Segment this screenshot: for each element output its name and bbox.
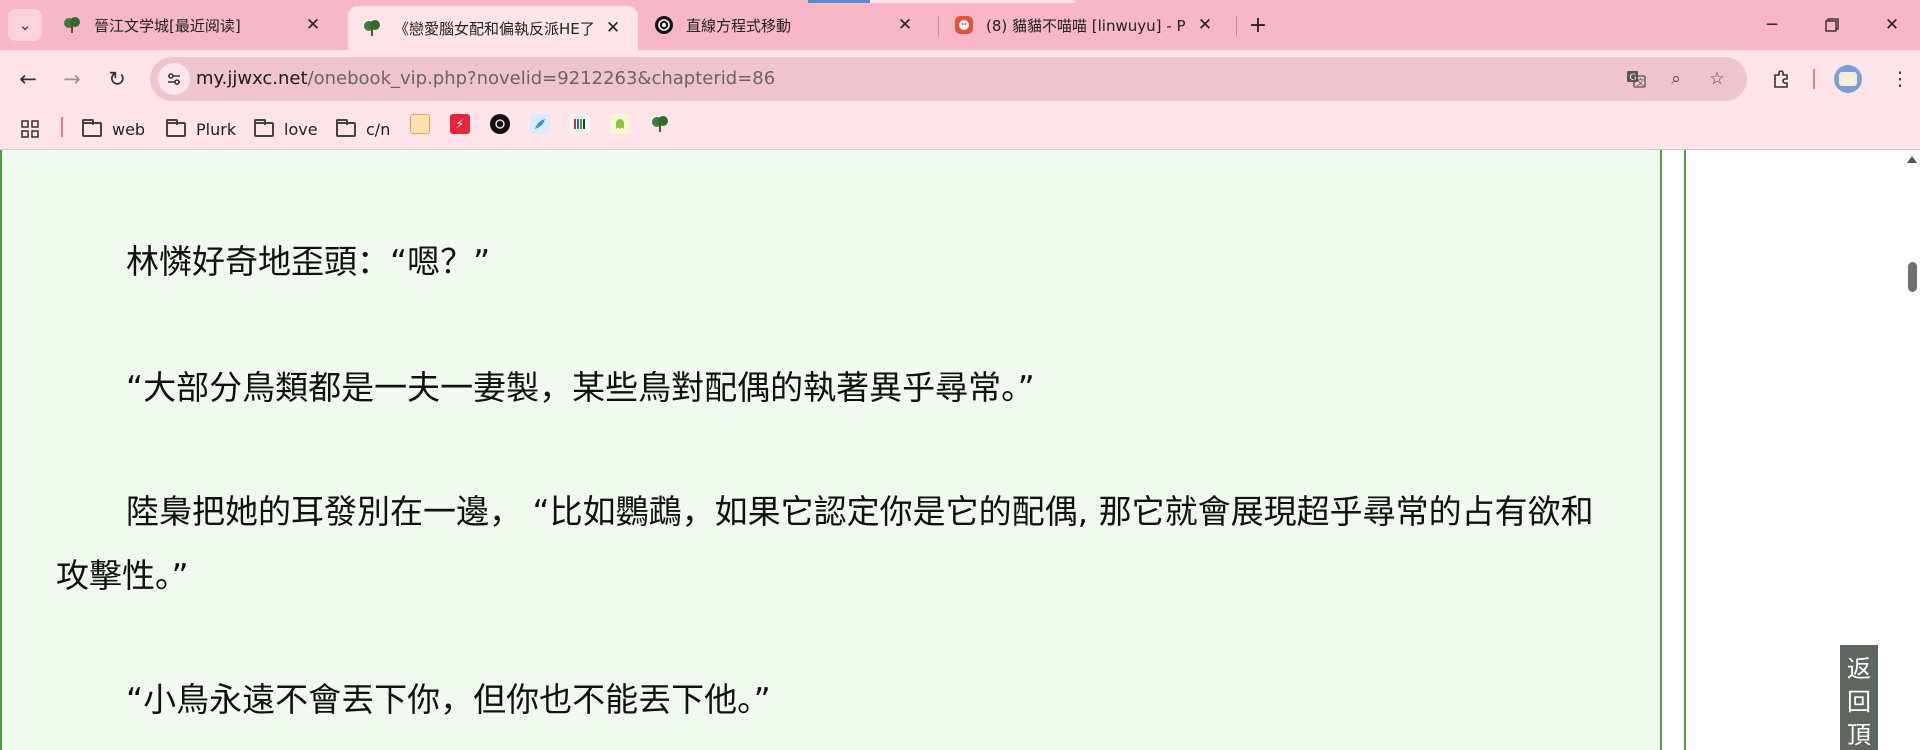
close-icon[interactable]: ✕ (602, 18, 624, 38)
bookmark-folder-love[interactable]: love (254, 116, 318, 142)
tune-icon (168, 73, 180, 85)
back-to-top-char: 頂 (1847, 721, 1871, 749)
star-icon: ☆ (1709, 69, 1725, 89)
close-icon: ✕ (1884, 15, 1900, 35)
translate-icon: G文 (1627, 71, 1646, 88)
bookmark-library-icon[interactable] (570, 114, 590, 134)
tab-title: 晉江文学城[最近阅读] (94, 16, 241, 35)
tab-jjwxc-recent[interactable]: 晉江文学城[最近阅读] ✕ (48, 6, 338, 44)
avatar[interactable] (1834, 65, 1862, 93)
scrollbar-thumb[interactable] (1908, 262, 1917, 292)
tab-search-button[interactable]: ⌄ (8, 9, 42, 41)
forward-button[interactable]: → (54, 61, 90, 97)
chapter-paragraph: 陸梟把她的耳發別在一邊， “比如鸚鵡，如果它認定你是它的配偶, 那它就會展現超乎… (56, 492, 1594, 595)
url-text[interactable]: my.jjwxc.net/onebook_vip.php?novelid=921… (196, 68, 775, 89)
translate-button[interactable]: G文 (1622, 65, 1650, 93)
menu-button[interactable]: ⋮ (1882, 61, 1918, 97)
extensions-button[interactable] (1764, 61, 1800, 97)
chevron-down-icon: ⌄ (18, 16, 32, 34)
bookmark-label: web (112, 119, 146, 139)
chapter-text-panel: 林憐好奇地歪頭：“嗯？” “大部分鳥類都是一夫一妻製，某些鳥對配偶的執著異乎尋常… (0, 150, 1662, 750)
restore-button[interactable] (1802, 0, 1862, 50)
tab-plurk[interactable]: (8) 貓貓不喵喵 [linwuyu] - Plurk ✕ (940, 6, 1230, 44)
close-icon[interactable]: ✕ (894, 15, 916, 35)
close-icon[interactable]: ✕ (302, 15, 324, 35)
bookmark-label: Plurk (196, 119, 237, 139)
tab-title: 《戀愛腦女配和偏執反派HE了》 (394, 19, 594, 38)
bookmark-notes-icon[interactable] (410, 114, 430, 134)
zoom-icon: ⌕ (1671, 69, 1681, 89)
bookmark-folder-cn[interactable]: c/n (336, 116, 390, 142)
back-button[interactable]: ← (10, 61, 46, 97)
arrow-right-icon: → (63, 67, 81, 91)
chapter-paragraph: 林憐好奇地歪頭：“嗯？” (126, 242, 491, 281)
tab-strip-accent (808, 0, 870, 3)
more-vertical-icon: ⋮ (1890, 68, 1910, 90)
tab-novel-chapter[interactable]: 《戀愛腦女配和偏執反派HE了》 ✕ (348, 6, 638, 50)
folder-icon (254, 118, 274, 137)
profile-picture-icon (1839, 72, 1857, 86)
chapter-paragraph: “大部分鳥類都是一夫一妻製，某些鳥對配偶的執著異乎尋常。” (126, 368, 1035, 407)
zoom-button[interactable]: ⌕ (1662, 65, 1690, 93)
reload-icon: ↻ (108, 67, 126, 91)
toolbar-divider (1813, 69, 1815, 89)
browser-toolbar: ← → ↻ my.jjwxc.net/onebook_vip.php?novel… (0, 50, 1920, 108)
bookmark-openai-icon[interactable] (490, 114, 510, 134)
folder-icon (166, 118, 186, 137)
apps-button[interactable] (20, 116, 40, 142)
bookmark-folder-web[interactable]: web (82, 116, 145, 142)
tab-strip: ⌄ 晉江文学城[最近阅读] ✕ 《戀愛腦女配和偏執反派HE了》 ✕ 直線方程式移… (0, 0, 1920, 50)
bookmark-blue-feather-icon[interactable] (530, 114, 550, 134)
minimize-button[interactable]: ─ (1742, 0, 1802, 50)
site-info-button[interactable] (158, 63, 190, 95)
scroll-up-arrow-icon[interactable] (1907, 156, 1917, 163)
bookmark-ghost-icon[interactable] (610, 114, 630, 134)
svg-text:G: G (1630, 73, 1637, 83)
tab-separator (938, 16, 939, 36)
page-scrollbar[interactable] (1904, 150, 1920, 750)
jjwxc-tree-icon (62, 15, 82, 35)
plus-icon: + (1248, 12, 1268, 38)
tab-strip-highlight (870, 0, 1075, 3)
tab-line-equation[interactable]: 直線方程式移動 ✕ (640, 6, 930, 44)
back-to-top-char: 回 (1847, 688, 1871, 716)
bookmarks-separator (61, 117, 63, 137)
bookmarks-bar: web Plurk love c/n (0, 108, 1920, 150)
restore-icon (1825, 18, 1839, 32)
close-window-button[interactable]: ✕ (1862, 0, 1920, 50)
address-bar[interactable]: my.jjwxc.net/onebook_vip.php?novelid=921… (150, 57, 1747, 101)
folder-icon (336, 118, 356, 137)
arrow-left-icon: ← (19, 67, 37, 91)
bookmark-star-button[interactable]: ☆ (1703, 65, 1731, 93)
bookmark-bolt-icon[interactable]: ⚡ (450, 114, 470, 134)
bookmark-jjwxc-icon[interactable] (650, 114, 670, 134)
bookmark-label: c/n (366, 119, 391, 139)
folder-icon (82, 118, 102, 137)
bookmark-folder-plurk[interactable]: Plurk (166, 116, 236, 142)
tab-title: 直線方程式移動 (686, 16, 792, 35)
svg-text:文: 文 (1637, 77, 1645, 87)
plurk-icon (954, 15, 974, 35)
url-host: my.jjwxc.net (196, 68, 308, 89)
page-content: 林憐好奇地歪頭：“嗯？” “大部分鳥類都是一夫一妻製，某些鳥對配偶的執著異乎尋常… (0, 150, 1920, 750)
tab-title: (8) 貓貓不喵喵 [linwuyu] - Plurk (986, 16, 1186, 35)
reload-button[interactable]: ↻ (99, 61, 135, 97)
bookmark-label: love (284, 119, 318, 139)
url-path: /onebook_vip.php?novelid=9212263&chapter… (307, 68, 776, 89)
minimize-icon: ─ (1766, 15, 1778, 35)
jjwxc-tree-icon (362, 18, 382, 38)
apps-grid-icon (21, 120, 39, 138)
close-icon[interactable]: ✕ (1194, 15, 1216, 35)
back-to-top-button[interactable]: 返 回 頂 (1840, 645, 1878, 750)
openai-icon (654, 15, 674, 35)
tab-separator (1236, 16, 1237, 36)
puzzle-icon (1774, 70, 1788, 88)
new-tab-button[interactable]: + (1243, 10, 1273, 40)
chapter-paragraph: “小鳥永遠不會丟下你，但你也不能丟下他。” (126, 680, 771, 719)
side-panel-border (1684, 150, 1686, 750)
back-to-top-char: 返 (1847, 655, 1871, 683)
